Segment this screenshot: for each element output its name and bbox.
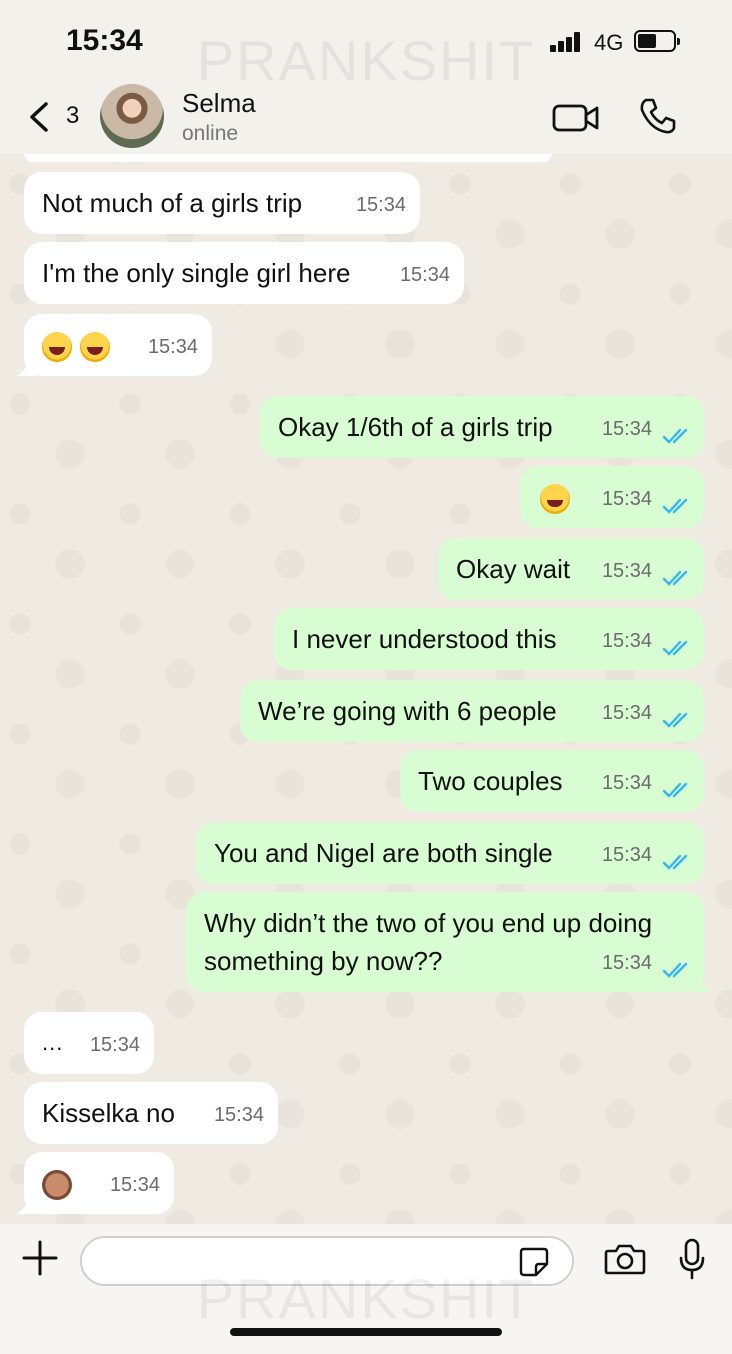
- presence-status: online: [182, 122, 239, 145]
- message-time: 15:34: [601, 418, 652, 440]
- message-bubble-incoming[interactable]: Kisselka no 15:34: [24, 1082, 278, 1144]
- read-receipt-icon: [662, 640, 688, 656]
- message-time: 15:34: [147, 336, 198, 358]
- message-bubble-outgoing[interactable]: We’re going with 6 people 15:34: [240, 680, 704, 742]
- message-bubble-outgoing[interactable]: I never understood this 15:34: [274, 608, 704, 670]
- battery-icon: [634, 30, 680, 52]
- contact-name[interactable]: Selma: [182, 88, 256, 119]
- emoji-row: [42, 326, 118, 364]
- message-time: 15:34: [355, 194, 406, 216]
- video-call-icon[interactable]: [552, 102, 600, 134]
- status-bar: 15:34 4G: [0, 0, 732, 80]
- message-text: Not much of a girls trip: [42, 188, 303, 218]
- status-time: 15:34: [66, 24, 143, 57]
- read-receipt-icon: [662, 570, 688, 586]
- laughing-tears-emoji: [42, 332, 72, 363]
- message-bubble-incoming[interactable]: ... 15:34: [24, 1012, 154, 1074]
- message-time: 15:34: [601, 630, 652, 652]
- message-text: Okay 1/6th of a girls trip: [278, 412, 553, 442]
- message-bubble-incoming[interactable]: 15:34: [16, 1152, 174, 1214]
- message-time: 15:34: [213, 1104, 264, 1126]
- message-text: Okay wait: [456, 554, 571, 584]
- message-time: 15:34: [601, 488, 652, 510]
- unread-count[interactable]: 3: [66, 102, 79, 130]
- message-bubble-outgoing[interactable]: Okay wait 15:34: [438, 538, 704, 600]
- message-bubble-incoming[interactable]: Not much of a girls trip 15:34: [24, 172, 420, 234]
- message-bubble-outgoing[interactable]: Why didn’t the two of you end up doing s…: [186, 892, 712, 992]
- chat-header: 3 Selma online: [0, 80, 732, 154]
- message-text: Kisselka no: [42, 1098, 175, 1128]
- read-receipt-icon: [662, 498, 688, 514]
- message-bubble-outgoing[interactable]: 15:34: [520, 466, 704, 528]
- message-bubble-partial: [24, 154, 552, 162]
- message-time: 15:34: [89, 1034, 140, 1056]
- emoji-row: [540, 478, 578, 516]
- message-time: 15:34: [601, 952, 652, 974]
- laughing-tears-emoji: [80, 332, 110, 363]
- sticker-icon[interactable]: [518, 1246, 550, 1278]
- microphone-icon[interactable]: [678, 1238, 706, 1280]
- message-text: Two couples: [418, 766, 563, 796]
- message-text: You and Nigel are both single: [214, 838, 553, 868]
- home-indicator: [230, 1328, 502, 1336]
- network-type: 4G: [594, 30, 624, 55]
- message-text: I'm the only single girl here: [42, 258, 351, 288]
- bubble-tail: [16, 1194, 36, 1214]
- message-text: We’re going with 6 people: [258, 696, 557, 726]
- read-receipt-icon: [662, 962, 688, 978]
- message-time: 15:34: [601, 844, 652, 866]
- message-bubble-outgoing[interactable]: Two couples 15:34: [400, 750, 704, 812]
- read-receipt-icon: [662, 782, 688, 798]
- message-bubble-incoming[interactable]: 15:34: [16, 314, 212, 376]
- camera-icon[interactable]: [604, 1242, 646, 1276]
- message-time: 15:34: [601, 560, 652, 582]
- signal-icon: [550, 30, 586, 52]
- message-time: 15:34: [399, 264, 450, 286]
- bubble-tail: [692, 972, 712, 992]
- see-no-evil-monkey-emoji: [42, 1170, 72, 1201]
- message-text: ...: [42, 1030, 64, 1055]
- grinning-sweat-emoji: [540, 484, 570, 515]
- back-chevron-icon[interactable]: [24, 100, 54, 134]
- emoji-row: [42, 1164, 80, 1202]
- plus-icon[interactable]: [22, 1240, 58, 1276]
- message-bubble-outgoing[interactable]: Okay 1/6th of a girls trip 15:34: [260, 396, 704, 458]
- phone-call-icon[interactable]: [638, 96, 678, 136]
- message-bubble-outgoing[interactable]: You and Nigel are both single 15:34: [196, 822, 704, 884]
- read-receipt-icon: [662, 428, 688, 444]
- avatar[interactable]: [100, 84, 164, 148]
- message-text: I never understood this: [292, 624, 557, 654]
- chat-area[interactable]: Not much of a girls trip 15:34 I'm the o…: [0, 154, 732, 1224]
- read-receipt-icon: [662, 712, 688, 728]
- read-receipt-icon: [662, 854, 688, 870]
- message-input[interactable]: [80, 1236, 574, 1286]
- message-bubble-incoming[interactable]: I'm the only single girl here 15:34: [24, 242, 464, 304]
- bubble-tail: [16, 356, 36, 376]
- message-time: 15:34: [601, 702, 652, 724]
- message-time: 15:34: [109, 1174, 160, 1196]
- composer-bar: [0, 1224, 732, 1354]
- message-time: 15:34: [601, 772, 652, 794]
